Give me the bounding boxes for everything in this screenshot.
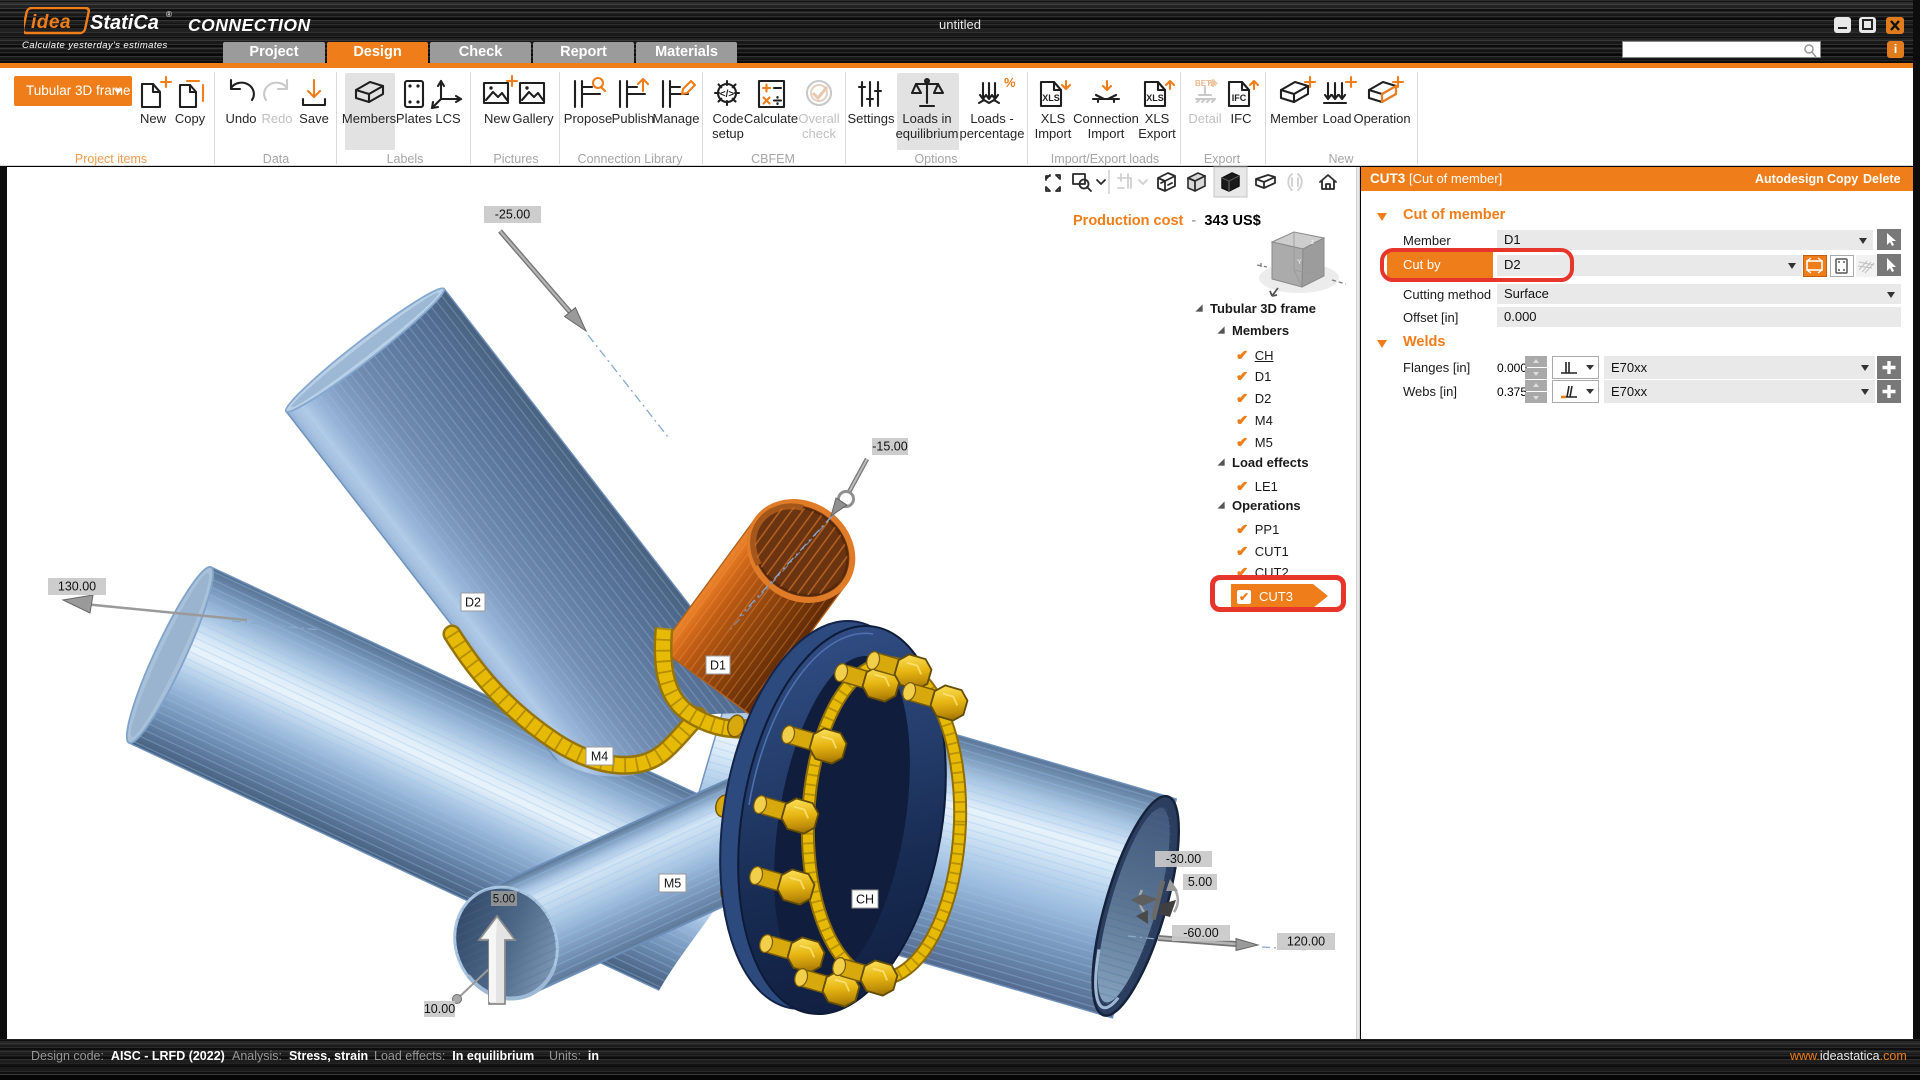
svg-text:-25.00: -25.00 [495,208,530,222]
svg-text:5.00: 5.00 [1188,875,1212,889]
svg-text:IFC: IFC [1232,93,1247,103]
svg-text:130.00: 130.00 [58,580,96,594]
svg-text:M5: M5 [664,877,681,891]
svg-text:StatiCa: StatiCa [90,12,159,34]
svg-text:-60.00: -60.00 [1183,926,1218,940]
svg-text:idea: idea [31,12,71,33]
svg-text:M4: M4 [591,750,608,764]
svg-text:z: z [1311,240,1314,246]
svg-text:10.00: 10.00 [424,1002,455,1016]
svg-text:120.00: 120.00 [1287,935,1325,949]
svg-text:-30.00: -30.00 [1166,852,1201,866]
svg-text:%: % [1004,75,1015,90]
svg-text:Y: Y [1297,259,1302,266]
svg-text:XLS: XLS [1146,93,1164,103]
svg-text:D2: D2 [465,596,481,610]
svg-text:CH: CH [856,893,874,907]
svg-text:D1: D1 [710,659,726,673]
svg-text:®: ® [166,10,172,19]
svg-text:-15.00: -15.00 [872,440,907,454]
svg-text:</>: </> [720,89,735,100]
svg-text:XLS: XLS [1042,93,1060,103]
svg-text:5.00: 5.00 [493,894,515,906]
